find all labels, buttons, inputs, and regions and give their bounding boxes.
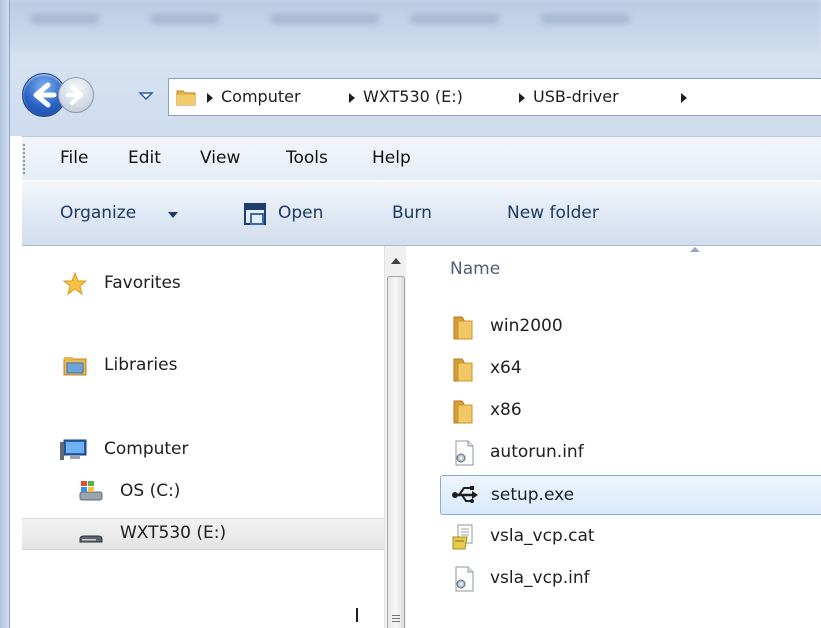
forward-arrow-icon [66,85,83,105]
organize-dropdown-icon[interactable] [168,212,178,218]
removable-drive-icon [79,535,103,543]
file-name: x86 [490,400,522,420]
nav-drive-c[interactable]: OS (C:) [22,476,384,510]
breadcrumb-separator-icon[interactable] [681,93,687,103]
folder-icon [453,358,473,382]
catalog-file-icon [452,524,473,550]
scrollbar-grip-icon [392,615,400,616]
menu-help[interactable]: Help [372,148,411,168]
file-name: setup.exe [491,485,575,505]
breadcrumb-usb-driver[interactable]: USB-driver [533,87,619,106]
file-row-vsla-vcp-inf[interactable]: vsla_vcp.inf [440,559,821,599]
nav-pane-scrollbar[interactable] [384,246,406,628]
nav-computer[interactable]: Computer [22,434,384,468]
scrollbar-thumb[interactable] [387,276,405,628]
blurred-title-text [410,14,500,24]
file-name: vsla_vcp.inf [490,568,590,588]
recent-locations-dropdown-icon[interactable] [138,88,154,104]
column-header-name[interactable]: Name [450,259,500,279]
breadcrumb-computer[interactable]: Computer [221,87,301,106]
breadcrumb-drive[interactable]: WXT530 (E:) [363,87,463,106]
file-row-autorun-inf[interactable]: autorun.inf [440,433,821,473]
burn-button[interactable]: Burn [392,203,432,223]
breadcrumb-separator-icon[interactable] [519,93,525,103]
menu-file[interactable]: File [60,148,88,168]
blurred-title-text [540,14,630,24]
folder-icon [453,316,473,340]
blurred-title-text [150,14,220,24]
file-row-setup-exe[interactable]: setup.exe [440,475,821,515]
address-bar[interactable]: Computer WXT530 (E:) USB-driver [168,78,821,116]
file-row-win2000[interactable]: win2000 [440,307,821,347]
blurred-title-text [30,14,100,24]
file-name: x64 [490,358,522,378]
folder-icon [453,400,473,424]
file-name: win2000 [490,316,563,336]
menu-edit[interactable]: Edit [128,148,161,168]
windows-drive-icon [79,481,103,501]
menu-view[interactable]: View [200,148,240,168]
file-row-vsla-vcp-cat[interactable]: vsla_vcp.cat [440,517,821,557]
nav-favorites[interactable]: Favorites [22,268,384,302]
open-button[interactable]: Open [278,203,323,223]
libraries-icon [63,357,87,376]
breadcrumb-separator-icon[interactable] [207,93,213,103]
computer-icon [60,439,87,460]
settings-file-icon [455,440,474,466]
title-bar [0,0,821,52]
folder-icon [176,90,196,106]
star-icon [62,271,88,296]
toolbar-grip[interactable] [22,143,26,175]
nav-computer-label: Computer [104,439,189,459]
file-row-x86[interactable]: x86 [440,391,821,431]
nav-drive-e[interactable]: WXT530 (E:) [22,518,384,550]
file-name: vsla_vcp.cat [490,526,595,546]
scroll-up-arrow-icon[interactable] [391,258,401,264]
settings-file-icon [455,566,474,592]
window-left-border [0,0,10,628]
file-name: autorun.inf [490,442,584,462]
nav-drive-e-label: WXT530 (E:) [120,523,227,543]
menu-tools[interactable]: Tools [286,148,328,168]
command-bar: Organize Open Burn New folder [22,180,821,246]
navigation-row: Computer WXT530 (E:) USB-driver [22,70,821,117]
nav-favorites-label: Favorites [104,273,181,293]
file-list: Name win2000 x64 x86 autorun.inf setup.e… [406,246,821,628]
open-icon [244,203,266,225]
navigation-pane: Favorites Libraries Computer OS (C:) WXT… [22,246,384,628]
new-folder-button[interactable]: New folder [507,203,599,223]
file-row-x64[interactable]: x64 [440,349,821,389]
text-cursor [356,608,358,622]
nav-drive-c-label: OS (C:) [120,481,181,501]
forward-button[interactable] [58,77,94,113]
organize-button[interactable]: Organize [60,203,136,223]
menu-bar: File Edit View Tools Help [22,136,821,180]
nav-libraries[interactable]: Libraries [22,350,384,384]
sort-ascending-icon [690,247,700,252]
blurred-title-text [270,14,380,24]
breadcrumb-separator-icon[interactable] [349,93,355,103]
usb-icon [452,486,478,503]
nav-libraries-label: Libraries [104,355,178,375]
